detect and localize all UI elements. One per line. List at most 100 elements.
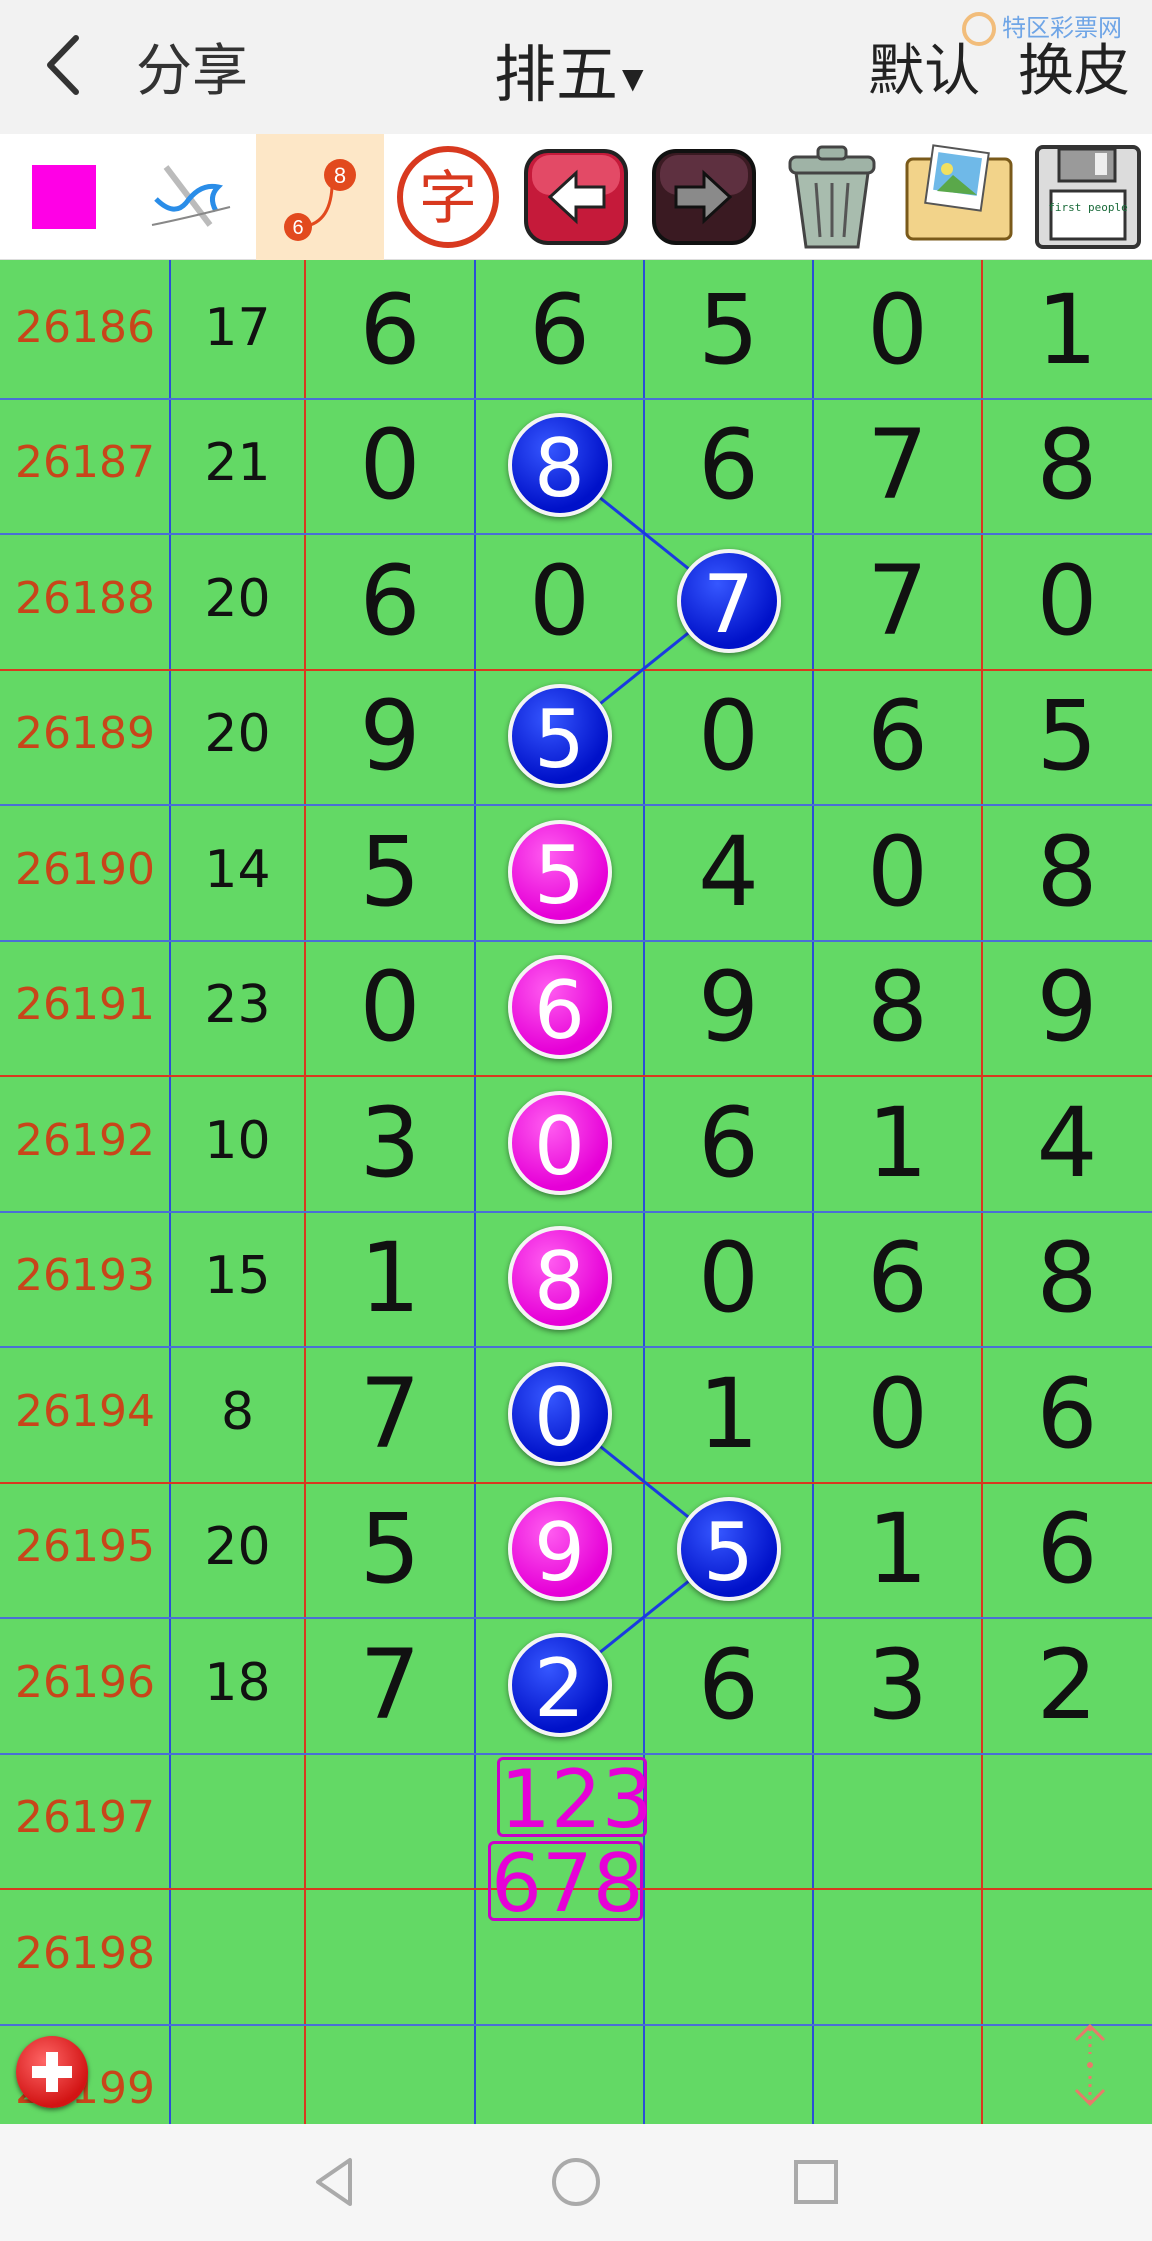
- redo-button[interactable]: [640, 134, 768, 260]
- system-navigation-bar: [0, 2124, 1152, 2241]
- trash-icon: [788, 145, 876, 249]
- nav-home-icon[interactable]: [546, 2152, 606, 2212]
- digit-cell[interactable]: 2: [982, 1637, 1152, 1733]
- sum-value: 18: [204, 1652, 271, 1713]
- digit-cell[interactable]: 1: [305, 1230, 475, 1326]
- trend-chart-grid[interactable]: 26186 17 6 6 5 0 1 26187 21 0 8 6 7 8 26188 20 6 0 7 7 0 2618…: [0, 260, 1152, 2124]
- svg-text:字: 字: [419, 164, 477, 232]
- digit-cell[interactable]: 1: [644, 1366, 813, 1462]
- undo-button[interactable]: [512, 134, 640, 260]
- header-bar: 分享 排五 ▼ 特区彩票网 默认 换皮: [0, 0, 1152, 134]
- sum-value: 20: [204, 704, 271, 765]
- nav-recents-icon[interactable]: [786, 2152, 846, 2212]
- digit-cell[interactable]: 7: [305, 1637, 475, 1733]
- digit-cell[interactable]: 0: [813, 824, 982, 920]
- issue-number: 26192: [15, 1114, 155, 1166]
- digit-cell[interactable]: 6: [305, 282, 475, 378]
- digit-cell[interactable]: 9: [982, 959, 1152, 1055]
- share-button[interactable]: 分享: [136, 26, 248, 107]
- text-tool-button[interactable]: 字: [384, 134, 512, 260]
- sum-value: 23: [204, 975, 271, 1036]
- digit-cell[interactable]: 6: [305, 553, 475, 649]
- color-swatch-button[interactable]: [0, 134, 128, 260]
- digit-cell[interactable]: 0: [305, 959, 475, 1055]
- issue-number: 26190: [15, 843, 155, 895]
- digit-cell[interactable]: 4: [982, 1095, 1152, 1191]
- digit-cell[interactable]: 8: [982, 1230, 1152, 1326]
- blue-highlight-ball[interactable]: 2: [507, 1632, 612, 1737]
- digit-cell[interactable]: 5: [644, 282, 813, 378]
- digit-cell[interactable]: 7: [305, 1366, 475, 1462]
- save-button[interactable]: first people: [1024, 134, 1152, 260]
- digit-cell[interactable]: 1: [813, 1501, 982, 1597]
- issue-number: 26193: [15, 1250, 155, 1302]
- back-arrow-icon[interactable]: [40, 30, 90, 100]
- digit-cell[interactable]: 6: [813, 688, 982, 784]
- digit-cell[interactable]: 8: [982, 417, 1152, 513]
- digit-cell[interactable]: 0: [305, 417, 475, 513]
- add-row-button[interactable]: [16, 2036, 88, 2108]
- default-button[interactable]: 默认: [868, 39, 980, 104]
- issue-number: 26195: [15, 1521, 155, 1573]
- magenta-highlight-ball[interactable]: 6: [507, 955, 612, 1060]
- sum-value: 17: [204, 297, 271, 358]
- digit-cell[interactable]: 3: [305, 1095, 475, 1191]
- magenta-highlight-ball[interactable]: 5: [507, 819, 612, 924]
- digit-cell[interactable]: 1: [813, 1095, 982, 1191]
- color-swatch: [32, 165, 96, 229]
- digit-cell[interactable]: 6: [644, 417, 813, 513]
- digit-cell[interactable]: 8: [813, 959, 982, 1055]
- sum-value: 20: [204, 568, 271, 629]
- digit-cell[interactable]: 9: [644, 959, 813, 1055]
- digit-cell[interactable]: 5: [305, 824, 475, 920]
- redo-icon: [652, 149, 756, 245]
- issue-number: 26189: [15, 708, 155, 760]
- digit-cell[interactable]: 7: [813, 553, 982, 649]
- issue-number: 26194: [15, 1385, 155, 1437]
- digit-cell[interactable]: 5: [305, 1501, 475, 1597]
- digit-cell[interactable]: 6: [813, 1230, 982, 1326]
- blue-highlight-ball[interactable]: 7: [676, 548, 781, 653]
- digit-cell[interactable]: 1: [982, 282, 1152, 378]
- digit-cell[interactable]: 9: [305, 688, 475, 784]
- blue-highlight-ball[interactable]: 0: [507, 1361, 612, 1466]
- digit-cell[interactable]: 0: [813, 1366, 982, 1462]
- nav-back-icon[interactable]: [306, 2152, 366, 2212]
- delete-button[interactable]: [768, 134, 896, 260]
- blue-highlight-ball[interactable]: 8: [507, 413, 612, 518]
- blue-highlight-ball[interactable]: 5: [507, 684, 612, 789]
- issue-number: 26197: [15, 1792, 155, 1844]
- digit-cell[interactable]: 0: [475, 553, 644, 649]
- digit-cell[interactable]: 6: [644, 1637, 813, 1733]
- digit-cell[interactable]: 6: [982, 1501, 1152, 1597]
- magenta-highlight-ball[interactable]: 9: [507, 1497, 612, 1602]
- page-title: 排五: [494, 38, 619, 111]
- text-icon: 字: [397, 146, 499, 248]
- save-icon: first people: [1035, 145, 1141, 249]
- digit-cell[interactable]: 3: [813, 1637, 982, 1733]
- digit-cell[interactable]: 0: [982, 553, 1152, 649]
- lottery-type-dropdown[interactable]: 排五 ▼: [494, 24, 644, 114]
- digit-cell[interactable]: 0: [644, 1230, 813, 1326]
- magenta-highlight-ball[interactable]: 0: [507, 1090, 612, 1195]
- digit-cell[interactable]: 4: [644, 824, 813, 920]
- change-skin-button[interactable]: 换皮: [1018, 39, 1130, 104]
- digit-cell[interactable]: 6: [644, 1095, 813, 1191]
- digit-cell[interactable]: 6: [475, 282, 644, 378]
- prediction-box[interactable]: 123: [497, 1756, 653, 1839]
- prediction-box[interactable]: 678: [488, 1840, 644, 1923]
- blue-highlight-ball[interactable]: 5: [676, 1497, 781, 1602]
- header-actions: 默认 换皮: [848, 26, 1130, 107]
- digit-cell[interactable]: 6: [982, 1366, 1152, 1462]
- digit-cell[interactable]: 7: [813, 417, 982, 513]
- digit-cell[interactable]: 5: [982, 688, 1152, 784]
- digit-cell[interactable]: 8: [982, 824, 1152, 920]
- digit-cell[interactable]: 0: [813, 282, 982, 378]
- pen-tool-button[interactable]: [128, 134, 256, 260]
- digit-cell[interactable]: 0: [644, 688, 813, 784]
- magenta-highlight-ball[interactable]: 8: [507, 1226, 612, 1331]
- gallery-button[interactable]: [896, 134, 1024, 260]
- link-tool-button[interactable]: 8 6: [256, 134, 384, 260]
- sum-value: 20: [204, 1517, 271, 1578]
- scroll-toggle-icon[interactable]: [1064, 2020, 1116, 2110]
